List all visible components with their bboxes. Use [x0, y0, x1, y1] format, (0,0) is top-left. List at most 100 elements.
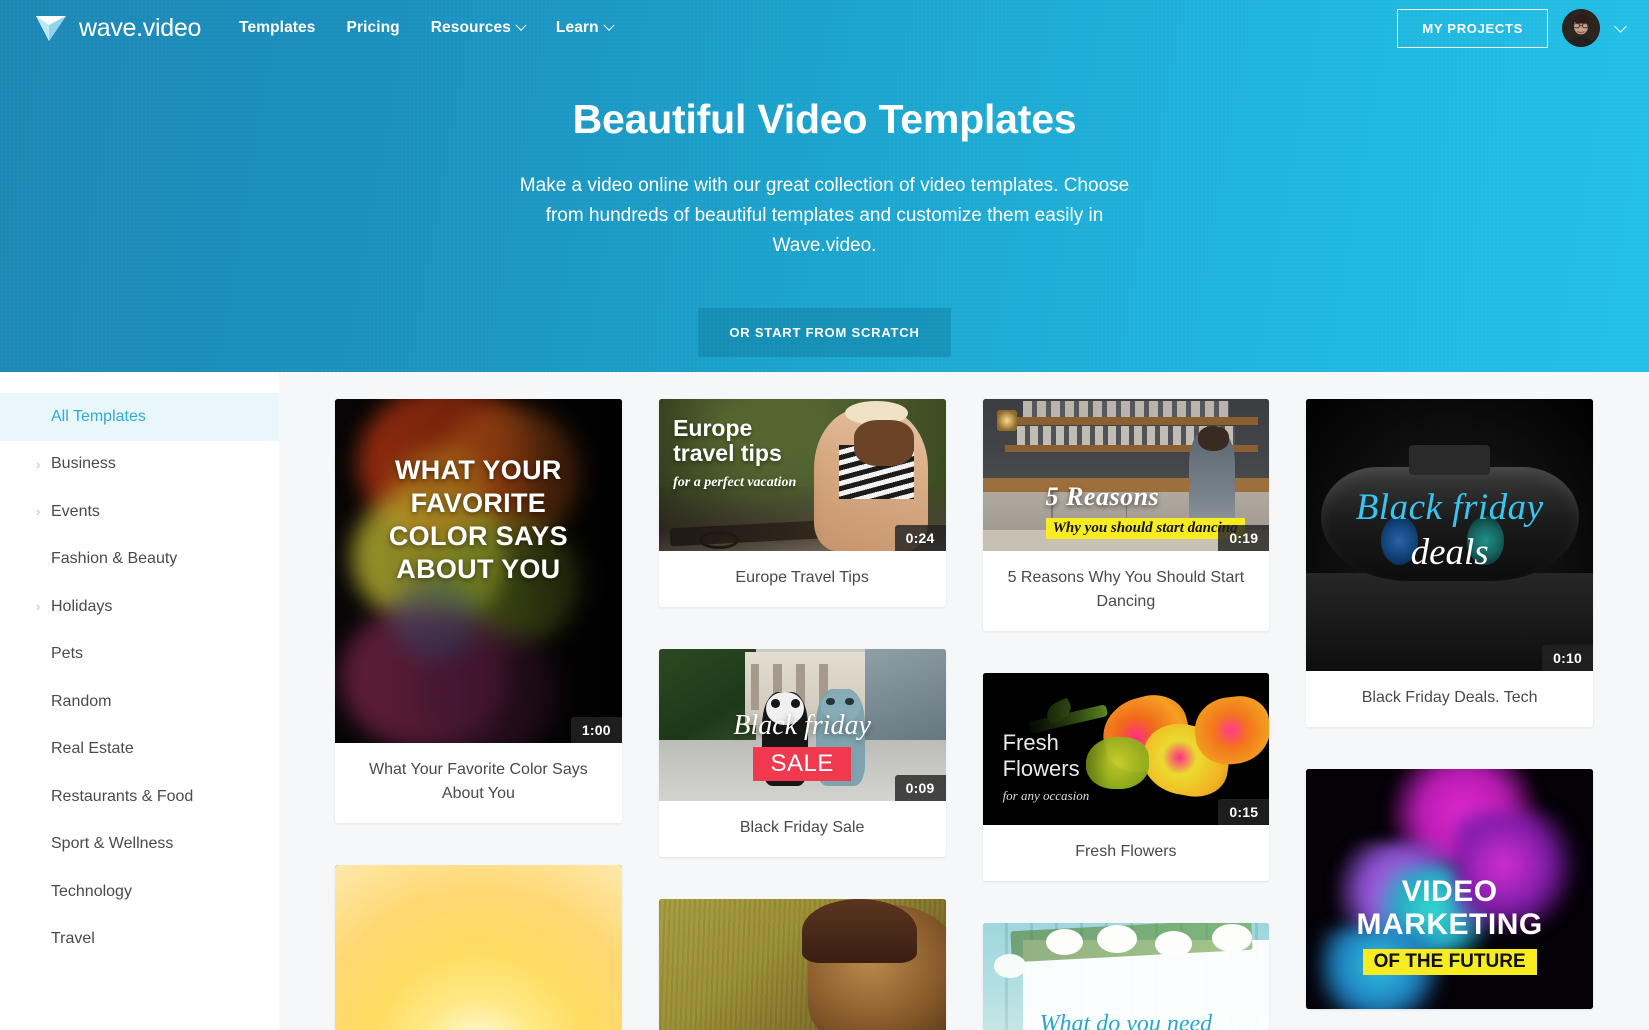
template-title: Black Friday Sale	[739, 819, 865, 836]
template-card[interactable]	[335, 865, 622, 1030]
sidebar-item-random[interactable]: Random	[0, 678, 279, 726]
sidebar-item-events[interactable]: › Events	[0, 488, 279, 536]
sidebar-item-technology[interactable]: Technology	[0, 868, 279, 916]
template-card[interactable]: What do you need	[982, 923, 1270, 1030]
sidebar-item-travel[interactable]: Travel	[0, 916, 279, 964]
template-title: What Your Favorite Color Says About You	[368, 761, 588, 802]
brand-name: wave.video	[79, 13, 202, 42]
template-thumbnail[interactable]: Fresh Flowers for any occasion 0:15	[982, 673, 1270, 825]
thumb-overlay-line: deals	[1410, 532, 1489, 574]
nav-item-label: Resources	[430, 19, 511, 36]
thumb-overlay-line: for a perfect vacation	[673, 475, 797, 491]
chevron-right-icon: ›	[36, 599, 41, 615]
wave-logo-icon	[34, 13, 68, 43]
hair	[1197, 426, 1230, 451]
chevron-right-icon: ›	[36, 456, 41, 472]
sidebar-item-business[interactable]: › Business	[0, 441, 279, 489]
lantern-lamp	[996, 409, 1017, 431]
top-navigation-bar: wave.video Templates Pricing Resources L…	[0, 0, 1649, 56]
template-thumbnail[interactable]: VIDEO MARKETING OF THE FUTURE	[1306, 769, 1593, 1009]
portrait-hair	[802, 899, 917, 964]
thumb-overlay-line: Why you should start dancing	[1045, 517, 1245, 539]
template-card[interactable]: Black friday SALE 0:09 Black Friday Sale	[658, 649, 946, 857]
template-thumbnail[interactable]: Black friday SALE 0:09	[658, 649, 946, 801]
my-projects-button[interactable]: MY PROJECTS	[1397, 8, 1548, 48]
page-title: Beautiful Video Templates	[572, 96, 1077, 142]
nav-right-group: MY PROJECTS	[1397, 8, 1627, 48]
thumb-overlay-line: 5 Reasons	[1045, 481, 1160, 511]
sidebar-item-label: Business	[51, 455, 116, 473]
sidebar-item-restaurants-food[interactable]: Restaurants & Food	[0, 773, 279, 821]
template-card[interactable]	[658, 899, 946, 1030]
template-card[interactable]: WHAT YOUR FAVORITE COLOR SAYS ABOUT YOU 1:00…	[335, 399, 622, 823]
template-thumbnail[interactable]: What do you need	[982, 923, 1270, 1030]
nav-item-pricing[interactable]: Pricing	[347, 19, 400, 37]
thumb-overlay-line: Fresh	[1002, 729, 1059, 755]
templates-masonry: WHAT YOUR FAVORITE COLOR SAYS ABOUT YOU 1:00…	[335, 399, 1593, 1030]
blossom-flower	[1097, 925, 1138, 953]
account-chevron-down-icon[interactable]	[1614, 19, 1627, 33]
sidebar-item-holidays[interactable]: › Holidays	[0, 583, 279, 631]
blossom-flower	[1211, 924, 1253, 952]
avatar[interactable]	[1562, 9, 1600, 47]
vr-headset-strap	[1409, 445, 1490, 476]
template-thumbnail[interactable]	[658, 899, 946, 1030]
sidebar-item-label: Sport & Wellness	[51, 835, 174, 853]
start-from-scratch-button[interactable]: OR START FROM SCRATCH	[698, 308, 951, 358]
template-card[interactable]: 5 Reasons Why you should start dancing 0:…	[982, 399, 1270, 631]
sidebar-item-label: Restaurants & Food	[51, 787, 194, 805]
thumbnail-artwork	[335, 865, 622, 1030]
nav-item-learn[interactable]: Learn	[556, 19, 615, 37]
chevron-right-icon: ›	[36, 504, 41, 520]
sidebar-item-label: Random	[51, 692, 112, 710]
brand-logo-link[interactable]: wave.video	[34, 13, 201, 43]
template-thumbnail[interactable]: Black friday deals 0:10	[1306, 399, 1593, 671]
duration-badge: 0:09	[894, 775, 946, 801]
blossom-flower	[1154, 931, 1192, 957]
nav-item-templates[interactable]: Templates	[239, 19, 315, 37]
bear-eye	[845, 697, 854, 706]
sidebar-item-pets[interactable]: Pets	[0, 631, 279, 679]
blossom-flower	[1045, 929, 1083, 956]
template-card[interactable]: Europe travel tips for a perfect vacatio…	[658, 399, 946, 607]
thumbnail-artwork: What do you need	[982, 923, 1270, 1030]
template-title: Europe Travel Tips	[735, 569, 869, 586]
template-card[interactable]: Black friday deals 0:10 Black Friday Deals…	[1306, 399, 1593, 727]
sidebar-item-label: All Templates	[51, 407, 146, 425]
thumb-overlay-line: OF THE FUTURE	[1362, 948, 1537, 975]
sidebar-item-all-templates[interactable]: All Templates	[0, 393, 279, 441]
page-root: wave.video Templates Pricing Resources L…	[0, 0, 1649, 1030]
chevron-down-icon	[602, 19, 615, 31]
dishware-row-top	[1022, 400, 1230, 418]
thumb-overlay-line: Black friday	[733, 709, 871, 741]
duration-badge: 0:19	[1218, 525, 1270, 551]
hero-subtitle: Make a video online with our great colle…	[519, 175, 1130, 257]
thumb-overlay-line: Black friday	[1355, 487, 1544, 529]
duration-badge: 0:15	[1218, 799, 1270, 825]
template-card[interactable]: Fresh Flowers for any occasion 0:15 Fresh …	[982, 673, 1270, 881]
hero-content: Beautiful Video Templates Make a video o…	[0, 56, 1649, 358]
sidebar-item-label: Fashion & Beauty	[51, 550, 178, 568]
template-thumbnail[interactable]: 5 Reasons Why you should start dancing 0:…	[982, 399, 1270, 551]
thumb-overlay-line: MARKETING	[1356, 908, 1543, 942]
template-thumbnail[interactable]: Europe travel tips for a perfect vacatio…	[658, 399, 946, 551]
thumb-overlay-line: SALE	[753, 746, 851, 781]
thumb-overlay-line: for any occasion	[1002, 787, 1090, 803]
template-thumbnail[interactable]: WHAT YOUR FAVORITE COLOR SAYS ABOUT YOU 1:00	[335, 399, 622, 743]
thumb-overlay-line: WHAT YOUR	[395, 455, 562, 486]
sidebar-item-sport-wellness[interactable]: Sport & Wellness	[0, 821, 279, 869]
sidebar-item-label: Real Estate	[51, 740, 134, 758]
nav-item-resources[interactable]: Resources	[430, 19, 527, 37]
window	[750, 664, 760, 710]
category-sidebar: All Templates › Business › Events Fashion & B…	[0, 372, 279, 1030]
sidebar-item-real-estate[interactable]: Real Estate	[0, 726, 279, 774]
sidebar-item-fashion-beauty[interactable]: Fashion & Beauty	[0, 536, 279, 584]
template-title: Black Friday Deals. Tech	[1361, 689, 1538, 706]
template-thumbnail[interactable]	[335, 865, 622, 1030]
thumb-overlay-line: What do you need	[1039, 1011, 1213, 1030]
blossom-flower	[993, 954, 1026, 979]
thumb-overlay-line: travel tips	[673, 440, 782, 467]
thumbnail-artwork	[658, 899, 946, 1030]
shelf-upper	[1005, 417, 1258, 425]
template-card[interactable]: VIDEO MARKETING OF THE FUTURE	[1306, 769, 1593, 1009]
